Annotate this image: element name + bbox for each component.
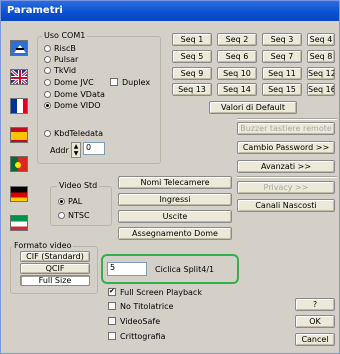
radio-dot-selected [44, 102, 51, 109]
full-screen-playback-checkbox[interactable]: Full Screen Playback [108, 287, 202, 297]
spain-flag-icon[interactable] [10, 127, 28, 143]
privacy-button[interactable]: Privacy >> [237, 181, 335, 194]
full-size-button[interactable]: Full Size [20, 275, 90, 286]
ciclica-label: Ciclica Split4/1 [155, 265, 215, 274]
seq-14-button[interactable]: Seq 14 [217, 83, 257, 96]
dome-assign-button[interactable]: Assegnamento Dome [118, 227, 232, 240]
radio-tkvid[interactable]: TkVid [44, 66, 76, 75]
seq-1-button[interactable]: Seq 1 [172, 33, 212, 46]
cif-standard-button[interactable]: CIF (Standard) [20, 251, 90, 262]
checkbox-box [108, 332, 116, 340]
separator [237, 118, 337, 120]
seq-7-button[interactable]: Seq 7 [262, 50, 302, 63]
france-flag-icon[interactable] [10, 98, 28, 114]
seq-8-button[interactable]: Seq 8 [307, 50, 335, 63]
radio-dot [44, 130, 51, 137]
help-button[interactable]: ? [295, 298, 335, 311]
seq-12-button[interactable]: Seq 12 [307, 67, 335, 80]
italy-flag-icon-2[interactable] [10, 215, 28, 231]
buzzer-button[interactable]: Buzzer tastiere remote [237, 122, 335, 135]
radio-dome-jvc[interactable]: Dome JVC [44, 78, 94, 87]
radio-dot-selected [58, 198, 65, 205]
videosafe-checkbox[interactable]: VideoSafe [108, 317, 160, 326]
seq-13-button[interactable]: Seq 13 [172, 83, 212, 96]
change-password-button[interactable]: Cambio Password >> [237, 141, 335, 154]
addr-label: Addr [50, 146, 69, 155]
seq-10-button[interactable]: Seq 10 [217, 67, 257, 80]
spin-down-icon[interactable]: ▼ [72, 150, 80, 157]
radio-kbdteledata[interactable]: KbdTeledata [44, 129, 103, 138]
cancel-button[interactable]: Cancel [295, 333, 335, 346]
seq-5-button[interactable]: Seq 5 [172, 50, 212, 63]
radio-dot [44, 79, 51, 86]
parametri-dialog: Parametri Uso COM1 RiscB Pulsar TkVid Do… [0, 0, 340, 354]
radio-dot [44, 91, 51, 98]
seq-11-button[interactable]: Seq 11 [262, 67, 302, 80]
addr-spinner[interactable]: ▲ ▼ [71, 142, 81, 158]
seq-3-button[interactable]: Seq 3 [262, 33, 302, 46]
hidden-channels-button[interactable]: Canali Nascosti [237, 199, 335, 212]
separator [237, 176, 337, 178]
radio-ntsc[interactable]: NTSC [58, 211, 90, 220]
formato-video-legend: Formato video [12, 241, 74, 250]
inputs-button[interactable]: Ingressi [118, 193, 232, 206]
seq-6-button[interactable]: Seq 6 [217, 50, 257, 63]
seq-9-button[interactable]: Seq 9 [172, 67, 212, 80]
checkbox-box [108, 317, 116, 325]
uso-com1-legend: Uso COM1 [42, 31, 88, 40]
qcif-button[interactable]: QCIF [20, 263, 90, 274]
camera-names-button[interactable]: Nomi Telecamere [118, 176, 232, 189]
seq-15-button[interactable]: Seq 15 [262, 83, 302, 96]
addr-field[interactable]: 0 [83, 142, 105, 155]
no-titolatrice-checkbox[interactable]: No Titolatrice [108, 302, 173, 311]
seq-2-button[interactable]: Seq 2 [217, 33, 257, 46]
radio-dot [44, 45, 51, 52]
radio-dome-vido[interactable]: Dome VIDO [44, 101, 101, 110]
radio-pal[interactable]: PAL [58, 197, 82, 206]
video-std-group [50, 186, 112, 226]
crittografia-checkbox[interactable]: Crittografia [108, 332, 165, 341]
radio-pulsar[interactable]: Pulsar [44, 55, 78, 64]
ok-button[interactable]: OK [295, 315, 335, 328]
checkbox-box-checked [108, 287, 116, 296]
italy-flag-icon-1[interactable] [10, 40, 28, 56]
portugal-flag-icon[interactable] [10, 156, 28, 172]
advanced-button[interactable]: Avanzati >> [237, 160, 335, 173]
checkbox-box [108, 302, 116, 310]
radio-dome-vdata[interactable]: Dome VData [44, 90, 105, 99]
window-title: Parametri [1, 1, 339, 21]
radio-dot [44, 56, 51, 63]
video-std-legend: Video Std [57, 181, 100, 190]
seq-16-button[interactable]: Seq 16 [307, 83, 335, 96]
duplex-checkbox[interactable]: Duplex [110, 78, 150, 87]
outputs-button[interactable]: Uscite [118, 210, 232, 223]
spin-up-icon[interactable]: ▲ [72, 143, 80, 150]
seq-4-button[interactable]: Seq 4 [307, 33, 335, 46]
uk-flag-icon[interactable] [10, 69, 28, 85]
radio-riscb[interactable]: RiscB [44, 44, 76, 53]
radio-dot [58, 212, 65, 219]
default-values-button[interactable]: Valori di Default [209, 101, 297, 114]
germany-flag-icon[interactable] [10, 186, 28, 202]
checkbox-box [110, 78, 118, 86]
ciclica-value-field[interactable]: 5 [107, 262, 147, 276]
radio-dot [44, 67, 51, 74]
